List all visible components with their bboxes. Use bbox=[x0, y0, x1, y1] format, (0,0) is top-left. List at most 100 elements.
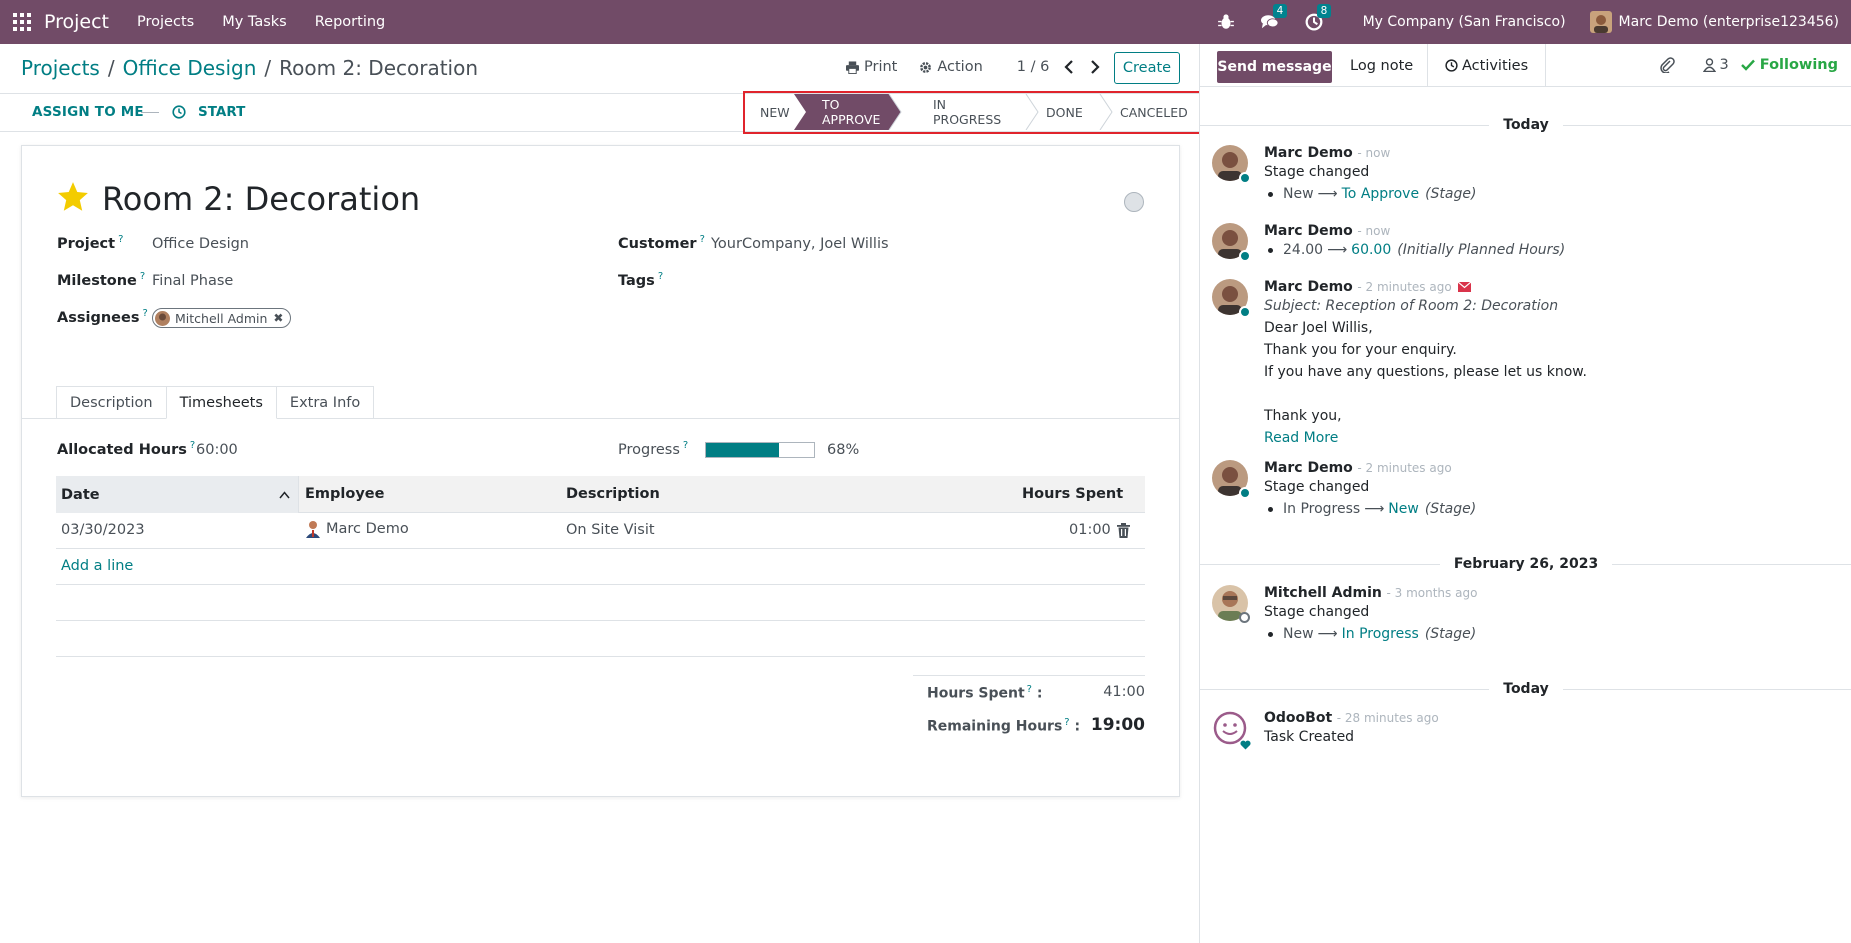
remove-tag-icon[interactable]: ✖ bbox=[273, 311, 283, 325]
menu-reporting[interactable]: Reporting bbox=[315, 14, 386, 30]
add-line-link[interactable]: Add a line bbox=[61, 558, 133, 574]
separator-dash bbox=[141, 112, 159, 113]
kanban-state-indicator[interactable] bbox=[1124, 192, 1144, 212]
tracking-value: New ⟶ To Approve (Stage) bbox=[1264, 183, 1824, 205]
user-icon bbox=[1702, 58, 1716, 72]
customer-label: Customer? bbox=[618, 234, 705, 252]
empty-row bbox=[56, 585, 1145, 621]
table-header: Date Employee Description Hours Spent bbox=[56, 476, 1145, 513]
message-text: If you have any questions, please let us… bbox=[1264, 364, 1587, 380]
user-avatar bbox=[1589, 11, 1612, 33]
breadcrumb-office-design[interactable]: Office Design bbox=[123, 56, 257, 80]
column-description[interactable]: Description bbox=[566, 486, 660, 502]
app-brand[interactable]: Project bbox=[44, 11, 109, 33]
allocated-hours-field[interactable]: 60:00 bbox=[196, 442, 238, 458]
empty-row bbox=[56, 621, 1145, 657]
row-date: 03/30/2023 bbox=[61, 522, 145, 538]
messages-badge: 4 bbox=[1272, 4, 1288, 18]
print-button[interactable]: Print bbox=[846, 59, 897, 75]
activities-button[interactable]: Activities bbox=[1427, 44, 1547, 87]
message-time: - now bbox=[1357, 146, 1391, 160]
send-message-button[interactable]: Send message bbox=[1217, 51, 1332, 83]
company-switcher[interactable]: My Company (San Francisco) bbox=[1363, 14, 1566, 30]
tab-timesheets[interactable]: Timesheets bbox=[165, 386, 277, 419]
breadcrumb-projects[interactable]: Projects bbox=[21, 56, 100, 80]
date-separator: February 26, 2023 bbox=[1200, 554, 1851, 574]
column-date[interactable]: Date bbox=[56, 476, 299, 513]
date-separator: Today bbox=[1200, 679, 1851, 699]
apps-menu-icon[interactable] bbox=[0, 0, 44, 44]
presence-online-icon bbox=[1239, 250, 1251, 262]
hours-spent-total: 41:00 bbox=[1103, 684, 1145, 700]
tags-label: Tags? bbox=[618, 271, 664, 289]
breadcrumb-separator: / bbox=[264, 56, 272, 80]
activity-badge: 8 bbox=[1316, 4, 1332, 18]
column-hours-spent[interactable]: Hours Spent bbox=[1022, 486, 1123, 502]
messages-icon[interactable]: 4 bbox=[1260, 4, 1288, 31]
hours-spent-label: Hours Spent? : bbox=[927, 684, 1043, 702]
followers-button[interactable]: 3 bbox=[1702, 57, 1729, 73]
breadcrumb-current: Room 2: Decoration bbox=[279, 56, 479, 80]
notebook-tabs: Description Timesheets Extra Info bbox=[56, 386, 375, 419]
message-text: Stage changed bbox=[1264, 479, 1370, 495]
message-author[interactable]: OdooBot bbox=[1264, 710, 1332, 726]
message-author[interactable]: Marc Demo bbox=[1264, 460, 1353, 476]
row-hours: 01:00 bbox=[1069, 522, 1111, 538]
message-subject: Subject: Reception of Room 2: Decoration bbox=[1264, 298, 1559, 314]
menu-projects[interactable]: Projects bbox=[137, 14, 194, 30]
column-employee[interactable]: Employee bbox=[305, 486, 384, 502]
create-button[interactable]: Create bbox=[1114, 52, 1180, 84]
chevron-right-icon[interactable] bbox=[1089, 60, 1101, 74]
star-icon[interactable] bbox=[56, 180, 90, 218]
message-author[interactable]: Mitchell Admin bbox=[1264, 585, 1382, 601]
tracking-value: In Progress ⟶ New (Stage) bbox=[1264, 498, 1824, 520]
tracking-value: New ⟶ In Progress (Stage) bbox=[1264, 623, 1824, 645]
message-author[interactable]: Marc Demo bbox=[1264, 145, 1353, 161]
heart-icon bbox=[1240, 738, 1252, 750]
activity-clock-icon[interactable]: 8 bbox=[1305, 4, 1332, 31]
message-text: Task Created bbox=[1264, 729, 1355, 745]
assignee-tag[interactable]: Mitchell Admin ✖ bbox=[152, 308, 292, 328]
message-text: Stage changed bbox=[1264, 604, 1370, 620]
following-button[interactable]: Following bbox=[1740, 57, 1838, 73]
user-menu[interactable]: Marc Demo (enterprise123456) bbox=[1589, 11, 1839, 33]
read-more-link[interactable]: Read More bbox=[1264, 427, 1824, 449]
message-time: - 2 minutes ago bbox=[1357, 461, 1452, 475]
progress-label: Progress? bbox=[618, 440, 689, 458]
envelope-icon bbox=[1457, 282, 1471, 292]
log-note-button[interactable]: Log note bbox=[1350, 58, 1413, 74]
project-field[interactable]: Office Design bbox=[152, 236, 249, 252]
message-author[interactable]: Marc Demo bbox=[1264, 279, 1353, 295]
paperclip-icon[interactable] bbox=[1659, 57, 1675, 73]
row-employee: Marc Demo bbox=[305, 520, 409, 538]
employee-avatar bbox=[306, 521, 320, 538]
trash-icon[interactable] bbox=[1117, 523, 1130, 538]
tab-description[interactable]: Description bbox=[56, 386, 167, 419]
sort-caret-up-icon bbox=[279, 490, 290, 498]
gear-icon bbox=[920, 61, 932, 73]
chevron-left-icon[interactable] bbox=[1063, 60, 1075, 74]
message-author[interactable]: Marc Demo bbox=[1264, 223, 1353, 239]
date-separator: Today bbox=[1200, 115, 1851, 135]
row-description: On Site Visit bbox=[566, 522, 655, 538]
milestone-field[interactable]: Final Phase bbox=[152, 273, 233, 289]
debug-bug-icon[interactable] bbox=[1217, 13, 1235, 31]
clock-icon bbox=[1445, 59, 1458, 72]
presence-online-icon bbox=[1239, 487, 1251, 499]
menu-my-tasks[interactable]: My Tasks bbox=[222, 14, 287, 30]
table-row[interactable]: 03/30/2023 Marc Demo On Site Visit 01:00 bbox=[56, 513, 1145, 549]
assign-to-me-button[interactable]: ASSIGN TO ME bbox=[32, 104, 144, 120]
tab-extra-info[interactable]: Extra Info bbox=[275, 386, 375, 419]
presence-online-icon bbox=[1239, 306, 1251, 318]
user-name: Marc Demo (enterprise123456) bbox=[1618, 14, 1839, 30]
action-button[interactable]: Action bbox=[919, 59, 983, 75]
customer-field[interactable]: YourCompany, Joel Willis bbox=[711, 236, 889, 252]
top-navbar: Project Projects My Tasks Reporting 4 8 … bbox=[0, 0, 1851, 44]
check-icon bbox=[1740, 59, 1755, 71]
start-timer-button[interactable]: START bbox=[172, 104, 245, 120]
allocated-hours-label: Allocated Hours? bbox=[57, 440, 196, 458]
totals-block: Hours Spent? : 41:00 Remaining Hours? : … bbox=[913, 675, 1145, 735]
pager-value[interactable]: 1 / 6 bbox=[1017, 59, 1050, 75]
progress-bar bbox=[705, 442, 815, 458]
task-title[interactable]: Room 2: Decoration bbox=[102, 180, 420, 218]
